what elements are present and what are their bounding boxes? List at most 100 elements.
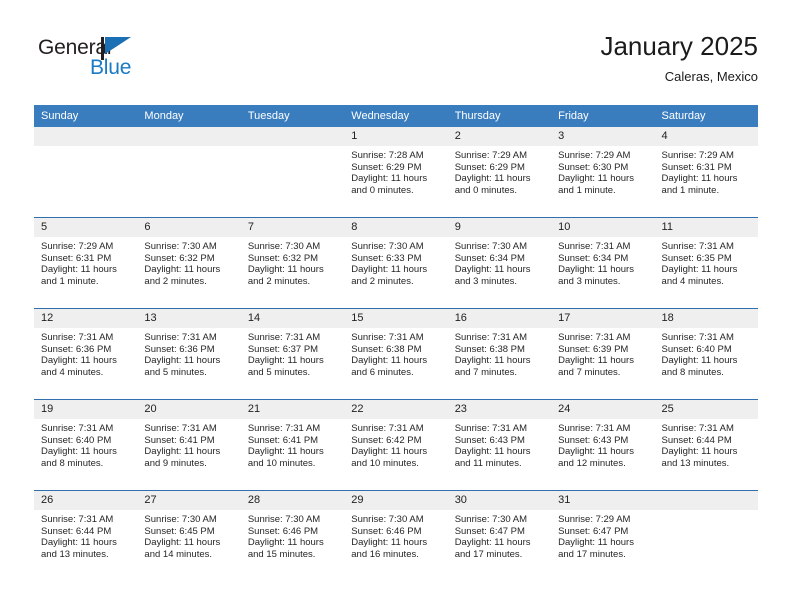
calendar-day-cell[interactable]: 1 Sunrise: 7:28 AM Sunset: 6:29 PM Daylight… bbox=[344, 127, 448, 218]
sunset-text: Sunset: 6:29 PM bbox=[454, 161, 525, 173]
calendar-day-cell[interactable]: 3 Sunrise: 7:29 AM Sunset: 6:30 PM Daylight… bbox=[551, 127, 655, 218]
daylight-text-line2: and 17 minutes. bbox=[558, 548, 626, 560]
calendar-day-cell[interactable]: 4 Sunrise: 7:29 AM Sunset: 6:31 PM Daylight… bbox=[654, 127, 758, 218]
page-header: General Blue January 2025 Caleras, Mexic… bbox=[0, 0, 792, 100]
weekday-header-thursday: Thursday bbox=[447, 105, 552, 127]
calendar-week-row: 1 Sunrise: 7:28 AM Sunset: 6:29 PM Daylight… bbox=[34, 127, 758, 218]
daylight-text-line1: Daylight: 11 hours bbox=[558, 355, 634, 367]
day-cell-inner: 19 Sunrise: 7:31 AM Sunset: 6:40 PM Dayligh… bbox=[34, 400, 138, 490]
calendar-day-cell[interactable]: 14 Sunrise: 7:31 AM Sunset: 6:37 PM Dayligh… bbox=[240, 308, 345, 400]
sunset-text: Sunset: 6:37 PM bbox=[247, 343, 319, 355]
sunset-text: Sunset: 6:43 PM bbox=[454, 434, 525, 446]
day-number: 9 bbox=[447, 218, 552, 237]
calendar-day-cell[interactable]: 2 Sunrise: 7:29 AM Sunset: 6:29 PM Daylight… bbox=[447, 127, 552, 218]
day-details: Sunrise: 7:31 AM Sunset: 6:41 PM Daylight:… bbox=[241, 419, 344, 469]
day-cell-inner: 14 Sunrise: 7:31 AM Sunset: 6:37 PM Dayligh… bbox=[240, 309, 345, 399]
calendar-day-cell[interactable]: 26 Sunrise: 7:31 AM Sunset: 6:44 PM Dayligh… bbox=[34, 490, 138, 581]
calendar-day-cell[interactable]: 20 Sunrise: 7:31 AM Sunset: 6:41 PM Dayligh… bbox=[137, 399, 241, 491]
day-details: Sunrise: 7:30 AM Sunset: 6:34 PM Daylight:… bbox=[448, 237, 551, 287]
calendar-day-cell[interactable]: 19 Sunrise: 7:31 AM Sunset: 6:40 PM Dayligh… bbox=[34, 399, 138, 491]
day-details: Sunrise: 7:31 AM Sunset: 6:40 PM Daylight:… bbox=[34, 419, 137, 469]
calendar-day-cell[interactable]: 29 Sunrise: 7:30 AM Sunset: 6:46 PM Dayligh… bbox=[344, 490, 448, 581]
calendar-day-cell[interactable]: 8 Sunrise: 7:30 AM Sunset: 6:33 PM Daylight… bbox=[344, 217, 448, 309]
daylight-text-line2: and 11 minutes. bbox=[454, 457, 522, 469]
daylight-text-line1: Daylight: 11 hours bbox=[661, 173, 738, 185]
calendar-day-cell[interactable]: 31 Sunrise: 7:29 AM Sunset: 6:47 PM Dayligh… bbox=[551, 490, 655, 581]
day-details: Sunrise: 7:31 AM Sunset: 6:41 PM Daylight:… bbox=[137, 419, 240, 469]
calendar-day-cell[interactable]: 6 Sunrise: 7:30 AM Sunset: 6:32 PM Daylight… bbox=[137, 217, 241, 309]
calendar-day-cell[interactable] bbox=[240, 127, 345, 218]
sunrise-text: Sunrise: 7:30 AM bbox=[144, 241, 217, 252]
daylight-text-line1: Daylight: 11 hours bbox=[41, 355, 117, 367]
sunrise-text: Sunrise: 7:31 AM bbox=[351, 332, 424, 343]
day-number: 17 bbox=[551, 309, 655, 328]
day-cell-inner: 30 Sunrise: 7:30 AM Sunset: 6:47 PM Dayligh… bbox=[447, 491, 552, 581]
daylight-text-line1: Daylight: 11 hours bbox=[558, 264, 634, 276]
general-blue-logo[interactable]: General Blue bbox=[38, 36, 158, 84]
sunset-text: Sunset: 6:40 PM bbox=[41, 434, 112, 446]
day-number bbox=[240, 127, 345, 146]
day-details: Sunrise: 7:29 AM Sunset: 6:31 PM Daylight:… bbox=[655, 146, 758, 196]
daylight-text-line1: Daylight: 11 hours bbox=[41, 264, 117, 276]
day-number: 29 bbox=[344, 491, 448, 510]
day-cell-inner: 9 Sunrise: 7:30 AM Sunset: 6:34 PM Daylight… bbox=[447, 218, 552, 308]
calendar-day-cell[interactable]: 30 Sunrise: 7:30 AM Sunset: 6:47 PM Dayligh… bbox=[447, 490, 552, 581]
calendar-day-cell[interactable] bbox=[34, 127, 138, 218]
sunset-text: Sunset: 6:33 PM bbox=[351, 252, 422, 264]
day-details: Sunrise: 7:30 AM Sunset: 6:45 PM Daylight:… bbox=[137, 510, 240, 560]
sunset-text: Sunset: 6:39 PM bbox=[558, 343, 629, 355]
calendar-day-cell[interactable]: 21 Sunrise: 7:31 AM Sunset: 6:41 PM Dayligh… bbox=[240, 399, 345, 491]
calendar-day-cell[interactable]: 15 Sunrise: 7:31 AM Sunset: 6:38 PM Dayligh… bbox=[344, 308, 448, 400]
daylight-text-line1: Daylight: 11 hours bbox=[558, 446, 634, 458]
sunrise-text: Sunrise: 7:31 AM bbox=[144, 423, 217, 434]
calendar-day-cell[interactable]: 25 Sunrise: 7:31 AM Sunset: 6:44 PM Dayligh… bbox=[654, 399, 758, 491]
daylight-text-line1: Daylight: 11 hours bbox=[454, 446, 531, 458]
day-cell-inner bbox=[240, 127, 345, 217]
calendar-day-cell[interactable]: 18 Sunrise: 7:31 AM Sunset: 6:40 PM Dayligh… bbox=[654, 308, 758, 400]
calendar-day-cell[interactable]: 13 Sunrise: 7:31 AM Sunset: 6:36 PM Dayligh… bbox=[137, 308, 241, 400]
sunset-text: Sunset: 6:47 PM bbox=[558, 525, 629, 537]
daylight-text-line2: and 4 minutes. bbox=[661, 275, 724, 287]
calendar-day-cell[interactable]: 28 Sunrise: 7:30 AM Sunset: 6:46 PM Dayligh… bbox=[240, 490, 345, 581]
sunrise-text: Sunrise: 7:29 AM bbox=[454, 150, 528, 161]
day-details: Sunrise: 7:31 AM Sunset: 6:38 PM Daylight:… bbox=[448, 328, 551, 378]
daylight-text-line1: Daylight: 11 hours bbox=[454, 173, 531, 185]
daylight-text-line1: Daylight: 11 hours bbox=[351, 173, 428, 185]
calendar-day-cell[interactable]: 12 Sunrise: 7:31 AM Sunset: 6:36 PM Dayligh… bbox=[34, 308, 138, 400]
calendar-day-cell[interactable] bbox=[137, 127, 241, 218]
calendar-day-cell[interactable]: 16 Sunrise: 7:31 AM Sunset: 6:38 PM Dayligh… bbox=[447, 308, 552, 400]
sunset-text: Sunset: 6:43 PM bbox=[558, 434, 629, 446]
daylight-text-line2: and 5 minutes. bbox=[144, 366, 207, 378]
calendar-day-cell[interactable]: 23 Sunrise: 7:31 AM Sunset: 6:43 PM Dayligh… bbox=[447, 399, 552, 491]
daylight-text-line1: Daylight: 11 hours bbox=[558, 537, 634, 549]
day-cell-inner: 21 Sunrise: 7:31 AM Sunset: 6:41 PM Dayligh… bbox=[240, 400, 345, 490]
day-details: Sunrise: 7:29 AM Sunset: 6:29 PM Daylight:… bbox=[448, 146, 551, 196]
calendar-day-cell[interactable]: 5 Sunrise: 7:29 AM Sunset: 6:31 PM Daylight… bbox=[34, 217, 138, 309]
day-cell-inner: 17 Sunrise: 7:31 AM Sunset: 6:39 PM Dayligh… bbox=[551, 309, 655, 399]
daylight-text-line1: Daylight: 11 hours bbox=[351, 264, 428, 276]
day-number bbox=[654, 491, 758, 510]
day-number: 3 bbox=[551, 127, 655, 146]
calendar-day-cell[interactable]: 10 Sunrise: 7:31 AM Sunset: 6:34 PM Dayligh… bbox=[551, 217, 655, 309]
calendar-day-cell[interactable]: 17 Sunrise: 7:31 AM Sunset: 6:39 PM Dayligh… bbox=[551, 308, 655, 400]
logo-text-blue: Blue bbox=[90, 56, 132, 79]
daylight-text-line2: and 10 minutes. bbox=[247, 457, 316, 469]
sunset-text: Sunset: 6:36 PM bbox=[144, 343, 215, 355]
daylight-text-line2: and 13 minutes. bbox=[41, 548, 109, 560]
sunrise-text: Sunrise: 7:28 AM bbox=[351, 150, 424, 161]
calendar-day-cell[interactable]: 24 Sunrise: 7:31 AM Sunset: 6:43 PM Dayligh… bbox=[551, 399, 655, 491]
calendar-day-cell[interactable]: 9 Sunrise: 7:30 AM Sunset: 6:34 PM Daylight… bbox=[447, 217, 552, 309]
calendar-day-cell[interactable]: 22 Sunrise: 7:31 AM Sunset: 6:42 PM Dayligh… bbox=[344, 399, 448, 491]
sunrise-text: Sunrise: 7:30 AM bbox=[144, 514, 217, 525]
calendar-day-cell[interactable]: 11 Sunrise: 7:31 AM Sunset: 6:35 PM Dayligh… bbox=[654, 217, 758, 309]
day-number: 13 bbox=[137, 309, 241, 328]
daylight-text-line2: and 6 minutes. bbox=[351, 366, 414, 378]
daylight-text-line1: Daylight: 11 hours bbox=[661, 355, 738, 367]
calendar-day-cell[interactable]: 7 Sunrise: 7:30 AM Sunset: 6:32 PM Daylight… bbox=[240, 217, 345, 309]
day-cell-inner: 7 Sunrise: 7:30 AM Sunset: 6:32 PM Daylight… bbox=[240, 218, 345, 308]
daylight-text-line2: and 17 minutes. bbox=[454, 548, 523, 560]
calendar-day-cell[interactable]: 27 Sunrise: 7:30 AM Sunset: 6:45 PM Dayligh… bbox=[137, 490, 241, 581]
calendar-day-cell[interactable] bbox=[654, 490, 758, 581]
daylight-text-line1: Daylight: 11 hours bbox=[351, 537, 428, 549]
flag-triangle-shape bbox=[105, 37, 131, 54]
